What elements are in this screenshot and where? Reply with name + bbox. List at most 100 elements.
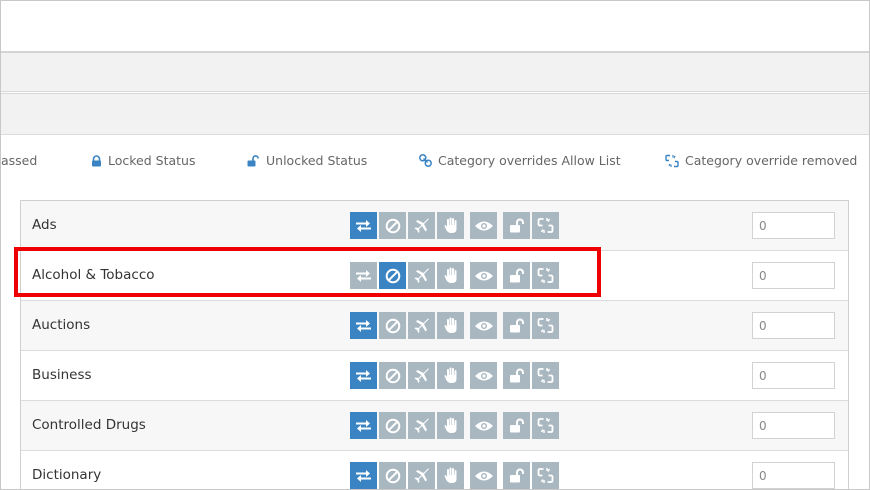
lock-icon	[92, 154, 101, 166]
travel-button[interactable]	[408, 262, 435, 289]
monitor-button[interactable]	[470, 362, 497, 389]
action-buttons	[350, 462, 561, 489]
category-name: Auctions	[32, 317, 91, 333]
stop-button[interactable]	[437, 262, 464, 289]
bypass-button[interactable]	[350, 412, 377, 439]
hand-stop-icon	[444, 267, 456, 283]
unlock-icon	[509, 318, 524, 333]
travel-button[interactable]	[408, 412, 435, 439]
count-input[interactable]	[752, 412, 835, 439]
stop-button[interactable]	[437, 212, 464, 239]
eye-icon	[474, 321, 493, 330]
block-button[interactable]	[379, 212, 406, 239]
count-input[interactable]	[752, 362, 835, 389]
travel-button[interactable]	[408, 212, 435, 239]
swap-arrows-icon	[356, 269, 371, 282]
hand-stop-icon	[444, 217, 456, 233]
unlock-icon	[509, 368, 524, 383]
unlock-icon	[509, 418, 524, 433]
unlink-button[interactable]	[532, 362, 559, 389]
action-buttons	[350, 412, 561, 439]
stop-button[interactable]	[437, 462, 464, 489]
stop-button[interactable]	[437, 362, 464, 389]
legend-overrides-label: Category overrides Allow List	[438, 153, 621, 168]
action-buttons	[350, 312, 561, 339]
broken-link-icon	[537, 418, 554, 433]
block-button[interactable]	[379, 262, 406, 289]
category-table: Ads 0 Alcohol & Tobacco 0 Auctions 0 Bus…	[20, 200, 849, 489]
monitor-button[interactable]	[470, 412, 497, 439]
travel-button[interactable]	[408, 312, 435, 339]
monitor-button[interactable]	[470, 462, 497, 489]
block-button[interactable]	[379, 412, 406, 439]
unlink-button[interactable]	[532, 262, 559, 289]
unlock-button[interactable]	[503, 312, 530, 339]
status-legend: assed Locked Status Unlocked Status Cate…	[1, 134, 869, 186]
category-row: Controlled Drugs	[21, 401, 848, 451]
legend-bypassed-label: assed	[1, 153, 38, 168]
toolbar-band	[1, 51, 869, 92]
legend-bypassed: assed	[1, 153, 37, 168]
unlock-button[interactable]	[503, 462, 530, 489]
eye-icon	[474, 271, 493, 280]
action-buttons	[350, 212, 561, 239]
airplane-icon	[414, 268, 429, 283]
unlock-button[interactable]	[503, 362, 530, 389]
monitor-button[interactable]	[470, 312, 497, 339]
block-icon	[385, 218, 400, 233]
broken-link-icon	[537, 468, 554, 483]
bypass-button[interactable]	[350, 262, 377, 289]
bypass-button[interactable]	[350, 362, 377, 389]
airplane-icon	[414, 318, 429, 333]
legend-locked: Locked Status	[91, 153, 196, 168]
block-icon	[385, 368, 400, 383]
eye-icon	[474, 221, 493, 230]
swap-arrows-icon	[356, 219, 371, 232]
count-input[interactable]	[752, 312, 835, 339]
travel-button[interactable]	[408, 362, 435, 389]
bypass-button[interactable]	[350, 312, 377, 339]
header-band	[1, 93, 869, 135]
monitor-button[interactable]	[470, 212, 497, 239]
bypass-button[interactable]	[350, 212, 377, 239]
unlink-button[interactable]	[532, 212, 559, 239]
category-row: Dictionary	[21, 451, 848, 489]
hand-stop-icon	[444, 417, 456, 433]
hand-stop-icon	[444, 317, 456, 333]
category-row: Ads	[21, 201, 848, 251]
category-name: Ads	[32, 217, 57, 233]
unlock-button[interactable]	[503, 212, 530, 239]
unlink-button[interactable]	[532, 412, 559, 439]
block-button[interactable]	[379, 312, 406, 339]
legend-removed-label: Category override removed	[685, 153, 858, 168]
category-row: Business	[21, 351, 848, 401]
block-icon	[385, 468, 400, 483]
bypass-button[interactable]	[350, 462, 377, 489]
count-input[interactable]	[752, 462, 835, 489]
legend-unlocked: Unlocked Status	[247, 153, 367, 168]
count-input[interactable]	[752, 212, 835, 239]
stop-button[interactable]	[437, 312, 464, 339]
eye-icon	[474, 471, 493, 480]
legend-removed: Category override removed	[665, 153, 857, 168]
category-row: Alcohol & Tobacco	[21, 251, 848, 301]
unlink-button[interactable]	[532, 312, 559, 339]
unlink-button[interactable]	[532, 462, 559, 489]
unlock-button[interactable]	[503, 412, 530, 439]
monitor-button[interactable]	[470, 262, 497, 289]
stop-button[interactable]	[437, 412, 464, 439]
airplane-icon	[414, 368, 429, 383]
block-button[interactable]	[379, 362, 406, 389]
unlock-button[interactable]	[503, 262, 530, 289]
travel-button[interactable]	[408, 462, 435, 489]
airplane-icon	[414, 468, 429, 483]
swap-arrows-icon	[356, 369, 371, 382]
link-icon	[419, 154, 432, 167]
block-icon	[385, 318, 400, 333]
broken-link-icon	[537, 368, 554, 383]
action-buttons	[350, 262, 561, 289]
swap-arrows-icon	[356, 469, 371, 482]
count-input[interactable]	[752, 262, 835, 289]
unlock-icon	[509, 268, 524, 283]
block-button[interactable]	[379, 462, 406, 489]
